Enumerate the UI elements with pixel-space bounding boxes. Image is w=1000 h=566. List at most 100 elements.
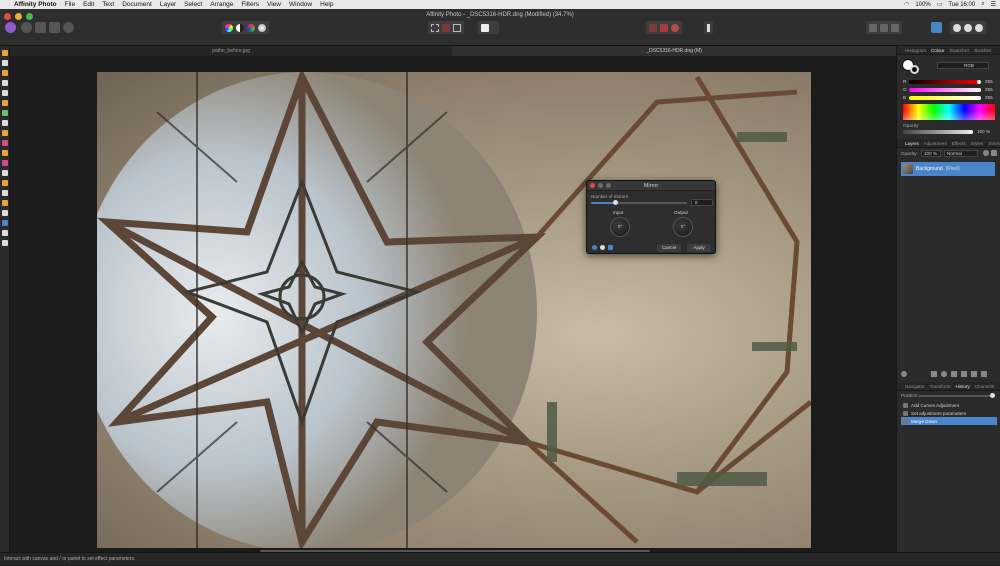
colour-picker-icon[interactable] bbox=[2, 110, 8, 116]
selection-marquee-icon[interactable] bbox=[431, 23, 439, 32]
mirrored-photo[interactable] bbox=[97, 72, 811, 548]
tab-history[interactable]: History bbox=[955, 384, 969, 389]
g-slider[interactable] bbox=[909, 88, 981, 92]
trash-icon[interactable] bbox=[981, 371, 987, 377]
menu-select[interactable]: Select bbox=[184, 1, 202, 8]
text-tool-icon[interactable] bbox=[2, 230, 8, 236]
r-slider-knob[interactable] bbox=[977, 80, 981, 84]
tab-transform[interactable]: Transform bbox=[930, 384, 951, 389]
auto-colours-icon[interactable] bbox=[247, 23, 255, 32]
edit-mode-icon[interactable] bbox=[649, 23, 657, 32]
tab-styles[interactable]: Styles bbox=[971, 141, 984, 146]
dialog-minimize-button[interactable] bbox=[598, 183, 603, 188]
preview-icon[interactable] bbox=[592, 245, 597, 250]
search-icon[interactable]: ⌕ bbox=[981, 1, 984, 8]
mirrors-value-field[interactable]: 8 bbox=[691, 199, 713, 206]
menu-window[interactable]: Window bbox=[289, 1, 312, 8]
opacity-value[interactable]: 100 % bbox=[977, 129, 990, 134]
opacity-slider-knob[interactable] bbox=[969, 130, 973, 134]
tab-colour[interactable]: Colour bbox=[931, 48, 945, 53]
develop-persona-icon[interactable] bbox=[35, 22, 46, 33]
lock-icon[interactable] bbox=[991, 150, 997, 156]
healing-brush-icon[interactable] bbox=[2, 170, 8, 176]
r-slider[interactable] bbox=[909, 80, 981, 84]
tab-layers[interactable]: Layers bbox=[905, 141, 919, 146]
adjustment-icon[interactable] bbox=[941, 371, 947, 377]
wifi-icon[interactable]: ◠ bbox=[904, 1, 909, 8]
clock-text[interactable]: Tue 16:00 bbox=[948, 2, 975, 8]
menu-layer[interactable]: Layer bbox=[160, 1, 176, 8]
r-value[interactable]: 255 bbox=[985, 79, 993, 84]
pen-tool-icon[interactable] bbox=[2, 210, 8, 216]
history-position-slider[interactable] bbox=[919, 393, 995, 398]
menu-edit[interactable]: Edit bbox=[83, 1, 94, 8]
mirrors-slider-track[interactable] bbox=[591, 200, 687, 205]
view-mode-icon[interactable] bbox=[953, 23, 961, 32]
quick-mask-icon[interactable] bbox=[481, 23, 489, 32]
menu-help[interactable]: Help bbox=[320, 1, 333, 8]
fx-icon[interactable] bbox=[951, 371, 957, 377]
chevron-down-icon[interactable] bbox=[492, 26, 496, 30]
tab-channels[interactable]: Channels bbox=[975, 384, 994, 389]
add-layer-icon[interactable] bbox=[971, 371, 977, 377]
dodge-tool-icon[interactable] bbox=[2, 150, 8, 156]
shape-tool-icon[interactable] bbox=[2, 220, 8, 226]
menu-filters[interactable]: Filters bbox=[241, 1, 259, 8]
tab-brushes[interactable]: Brushes bbox=[974, 48, 991, 53]
tab-effects[interactable]: Effects bbox=[952, 141, 966, 146]
b-slider[interactable] bbox=[909, 96, 981, 100]
opacity-slider[interactable] bbox=[903, 130, 973, 134]
align-icon[interactable] bbox=[869, 23, 877, 32]
tab-dsc5316[interactable]: _DSC5316-HDR.dng (M) bbox=[452, 46, 896, 56]
canvas-area[interactable] bbox=[10, 56, 896, 552]
selection-clear-icon[interactable] bbox=[442, 23, 450, 32]
photo-persona-icon[interactable] bbox=[5, 22, 16, 33]
cancel-button[interactable]: Cancel bbox=[657, 244, 681, 252]
b-value[interactable]: 255 bbox=[985, 95, 993, 100]
dialog-close-button[interactable] bbox=[590, 183, 595, 188]
tone-mapping-persona-icon[interactable] bbox=[49, 22, 60, 33]
group-icon[interactable] bbox=[961, 371, 967, 377]
layer-opacity-field[interactable]: 100 % bbox=[921, 150, 941, 157]
menu-app-name[interactable]: Affinity Photo bbox=[14, 1, 57, 8]
blend-mode-select[interactable]: Normal bbox=[944, 150, 978, 157]
dialog-titlebar[interactable]: Mirror bbox=[587, 181, 715, 191]
compare-icon[interactable] bbox=[600, 245, 605, 250]
menu-text[interactable]: Text bbox=[102, 1, 114, 8]
g-slider-knob[interactable] bbox=[977, 88, 981, 92]
auto-white-balance-icon[interactable] bbox=[258, 23, 266, 32]
battery-icon[interactable]: ▭ bbox=[937, 1, 943, 8]
layer-settings-icon[interactable] bbox=[901, 371, 907, 377]
gradient-tool-icon[interactable] bbox=[2, 200, 8, 206]
move-tool-icon[interactable] bbox=[2, 50, 8, 56]
menu-file[interactable]: File bbox=[65, 1, 75, 8]
tab-histogram[interactable]: Histogram bbox=[905, 48, 926, 53]
mirrors-slider-knob[interactable] bbox=[612, 200, 618, 205]
paint-brush-icon[interactable] bbox=[2, 120, 8, 126]
output-angle-dial[interactable]: 0° bbox=[673, 217, 693, 237]
dialog-maximize-button[interactable] bbox=[606, 183, 611, 188]
colour-mode-select[interactable]: RGB bbox=[937, 62, 989, 69]
tab-stock[interactable]: Stock bbox=[988, 141, 1000, 146]
separated-mode-icon[interactable] bbox=[975, 23, 983, 32]
crop-tool-icon[interactable] bbox=[2, 70, 8, 76]
red-eye-tool-icon[interactable] bbox=[2, 180, 8, 186]
erase-brush-icon[interactable] bbox=[2, 130, 8, 136]
export-persona-icon[interactable] bbox=[63, 22, 74, 33]
tab-adjustment[interactable]: Adjustment bbox=[924, 141, 947, 146]
colour-spectrum[interactable] bbox=[903, 104, 995, 120]
tab-pathe-before[interactable]: pathe_before.jpg bbox=[10, 46, 452, 56]
history-item[interactable]: Set adjustment parameters bbox=[901, 409, 997, 417]
tab-navigator[interactable]: Navigator bbox=[905, 384, 925, 389]
layer-row-background[interactable]: Background (Pixel) bbox=[901, 162, 995, 176]
menu-arrange[interactable]: Arrange bbox=[210, 1, 233, 8]
selection-invert-icon[interactable] bbox=[453, 23, 461, 32]
view-tool-icon[interactable] bbox=[2, 60, 8, 66]
zoom-tool-icon[interactable] bbox=[2, 240, 8, 246]
distribute-icon[interactable] bbox=[880, 23, 888, 32]
mask-mode-icon[interactable] bbox=[660, 23, 668, 32]
input-angle-dial[interactable]: 0° bbox=[610, 217, 630, 237]
tab-swatches[interactable]: Swatches bbox=[949, 48, 969, 53]
split-view-icon[interactable] bbox=[608, 245, 613, 250]
liquify-persona-icon[interactable] bbox=[21, 22, 32, 33]
